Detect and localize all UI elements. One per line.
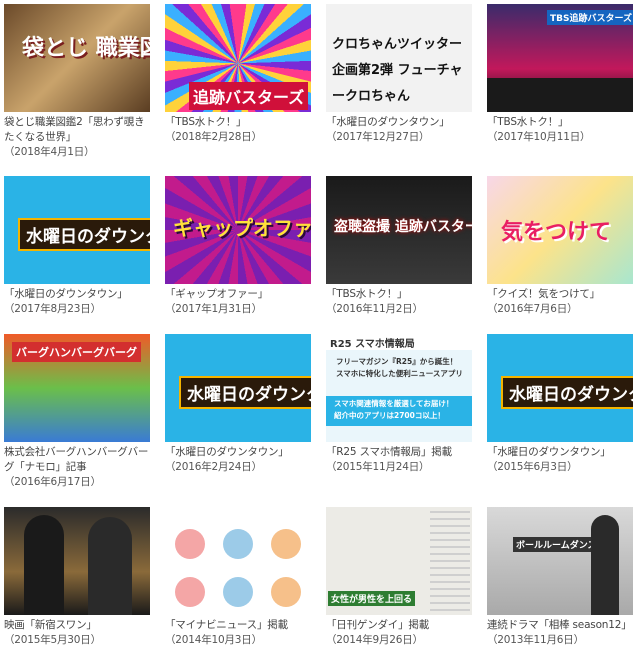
work-item[interactable]: 盗聴盗撮 追跡バスターズ 「TBS水トク！」 （2016年11月2日） <box>326 176 472 317</box>
work-thumbnail[interactable] <box>4 507 150 615</box>
work-title: 「水曜日のダウンタウン」 <box>4 288 128 300</box>
work-title: 「水曜日のダウンタウン」 <box>487 446 611 458</box>
work-item[interactable]: TBS追跡バスターズ 「TBS水トク！」 （2017年10月11日） <box>487 4 633 145</box>
r25-line2: スマホに特化した便利ニュースアプリ <box>336 369 463 378</box>
thumb-title: クロちゃんツイッター企画第2弾 フューチャークロちゃん <box>332 37 463 104</box>
work-item[interactable]: 追跡バスターズ 「TBS水トク！」 （2018年2月28日） <box>165 4 311 145</box>
work-item[interactable]: ギャップオファー 「ギャップオファー」 （2017年1月31日） <box>165 176 311 317</box>
r25-line1: フリーマガジン『R25』から誕生！ <box>336 357 458 366</box>
work-date: （2017年1月31日） <box>165 303 262 315</box>
work-date: （2016年7月6日） <box>487 303 578 315</box>
work-date: （2015年5月30日） <box>4 634 101 646</box>
work-item[interactable]: R25 スマホ情報局 フリーマガジン『R25』から誕生！ スマホに特化した便利ニ… <box>326 334 472 475</box>
work-title: 「日刊ゲンダイ」掲載 <box>326 619 429 631</box>
work-thumbnail[interactable]: クロちゃんツイッター企画第2弾 フューチャークロちゃん <box>326 4 472 112</box>
work-thumbnail[interactable]: 水曜日のダウンタウン <box>4 176 150 284</box>
work-date: （2015年6月3日） <box>487 461 578 473</box>
work-title: 「R25 スマホ情報局」掲載 <box>326 446 452 458</box>
work-item[interactable]: 水曜日のダウンタウン 「水曜日のダウンタウン」 （2016年2月24日） <box>165 334 311 475</box>
works-grid: 袋とじ 職業図鑑2 袋とじ職業図鑑2「思わず覗きたくなる世界」 （2018年4月1… <box>4 4 636 652</box>
work-date: （2016年6月17日） <box>4 476 101 488</box>
work-date: （2014年9月26日） <box>326 634 423 646</box>
thumb-title: 水曜日のダウンタウン <box>501 376 633 409</box>
work-thumbnail[interactable]: ギャップオファー <box>165 176 311 284</box>
work-date: （2014年10月3日） <box>165 634 262 646</box>
work-thumbnail[interactable]: TBS追跡バスターズ <box>487 4 633 112</box>
work-title: 株式会社バーグハンバーグバーグ「ナモロ」記事 <box>4 446 149 473</box>
work-title: 「TBS水トク！」 <box>487 116 569 128</box>
work-thumbnail[interactable]: ボールルームダンス競技 <box>487 507 633 615</box>
work-item[interactable]: 袋とじ 職業図鑑2 袋とじ職業図鑑2「思わず覗きたくなる世界」 （2018年4月1… <box>4 4 150 160</box>
work-title: 連続ドラマ「相棒 season12」 <box>487 619 632 631</box>
thumb-title: 水曜日のダウンタウン <box>179 376 311 409</box>
work-date: （2016年11月2日） <box>326 303 423 315</box>
r25-line3: スマホ関連情報を厳選してお届け！ <box>334 399 454 408</box>
work-title: 「ギャップオファー」 <box>165 288 268 300</box>
thumb-title: TBS追跡バスターズ <box>547 10 633 25</box>
work-item[interactable]: ボールルームダンス競技 連続ドラマ「相棒 season12」 （2013年11月6… <box>487 507 633 648</box>
work-date: （2017年12月27日） <box>326 131 430 143</box>
work-title: 「マイナビニュース」掲載 <box>165 619 288 631</box>
thumb-title: 気をつけて <box>501 220 612 245</box>
work-date: （2017年8月23日） <box>4 303 101 315</box>
work-date: （2018年4月1日） <box>4 146 95 158</box>
work-date: （2015年11月24日） <box>326 461 430 473</box>
work-item[interactable]: 女性が男性を上回る 「日刊ゲンダイ」掲載 （2014年9月26日） <box>326 507 472 648</box>
thumb-title: ギャップオファー <box>173 216 311 240</box>
work-date: （2018年2月28日） <box>165 131 262 143</box>
work-date: （2013年11月6日） <box>487 634 584 646</box>
work-date: （2017年10月11日） <box>487 131 591 143</box>
thumb-title: 盗聴盗撮 追跡バスターズ <box>334 219 472 235</box>
work-title: 袋とじ職業図鑑2「思わず覗きたくなる世界」 <box>4 116 145 143</box>
work-thumbnail[interactable]: バーグハンバーグバーグ <box>4 334 150 442</box>
thumb-title: 追跡バスターズ <box>189 82 309 110</box>
work-thumbnail[interactable]: 盗聴盗撮 追跡バスターズ <box>326 176 472 284</box>
work-thumbnail[interactable] <box>165 507 311 615</box>
work-item[interactable]: 水曜日のダウンタウン 「水曜日のダウンタウン」 （2015年6月3日） <box>487 334 633 475</box>
work-thumbnail[interactable]: 追跡バスターズ <box>165 4 311 112</box>
work-item[interactable]: 水曜日のダウンタウン 「水曜日のダウンタウン」 （2017年8月23日） <box>4 176 150 317</box>
work-item[interactable]: 「マイナビニュース」掲載 （2014年10月3日） <box>165 507 311 648</box>
work-title: 映画「新宿スワン」 <box>4 619 97 631</box>
thumb-title: 水曜日のダウンタウン <box>18 218 150 251</box>
r25-line4: 紹介中のアプリは2700コ以上！ <box>334 411 445 420</box>
thumb-title: 女性が男性を上回る <box>328 591 416 606</box>
work-thumbnail[interactable]: 女性が男性を上回る <box>326 507 472 615</box>
r25-header: R25 スマホ情報局 <box>330 339 415 350</box>
thumb-title: 袋とじ 職業図鑑2 <box>22 36 150 61</box>
work-thumbnail[interactable]: 水曜日のダウンタウン <box>487 334 633 442</box>
work-title: 「水曜日のダウンタウン」 <box>165 446 289 458</box>
work-title: 「TBS水トク！」 <box>165 116 247 128</box>
work-item[interactable]: クロちゃんツイッター企画第2弾 フューチャークロちゃん 「水曜日のダウンタウン」… <box>326 4 472 145</box>
work-date: （2016年2月24日） <box>165 461 262 473</box>
work-thumbnail[interactable]: 水曜日のダウンタウン <box>165 334 311 442</box>
work-item[interactable]: 映画「新宿スワン」 （2015年5月30日） <box>4 507 150 648</box>
work-thumbnail[interactable]: R25 スマホ情報局 フリーマガジン『R25』から誕生！ スマホに特化した便利ニ… <box>326 334 472 442</box>
work-title: 「クイズ！気をつけて」 <box>487 288 600 300</box>
work-title: 「水曜日のダウンタウン」 <box>326 116 450 128</box>
work-item[interactable]: バーグハンバーグバーグ 株式会社バーグハンバーグバーグ「ナモロ」記事 （2016年… <box>4 334 150 490</box>
work-title: 「TBS水トク！」 <box>326 288 408 300</box>
work-item[interactable]: 気をつけて 「クイズ！気をつけて」 （2016年7月6日） <box>487 176 633 317</box>
thumb-title: バーグハンバーグバーグ <box>12 342 141 362</box>
work-thumbnail[interactable]: 袋とじ 職業図鑑2 <box>4 4 150 112</box>
work-thumbnail[interactable]: 気をつけて <box>487 176 633 284</box>
